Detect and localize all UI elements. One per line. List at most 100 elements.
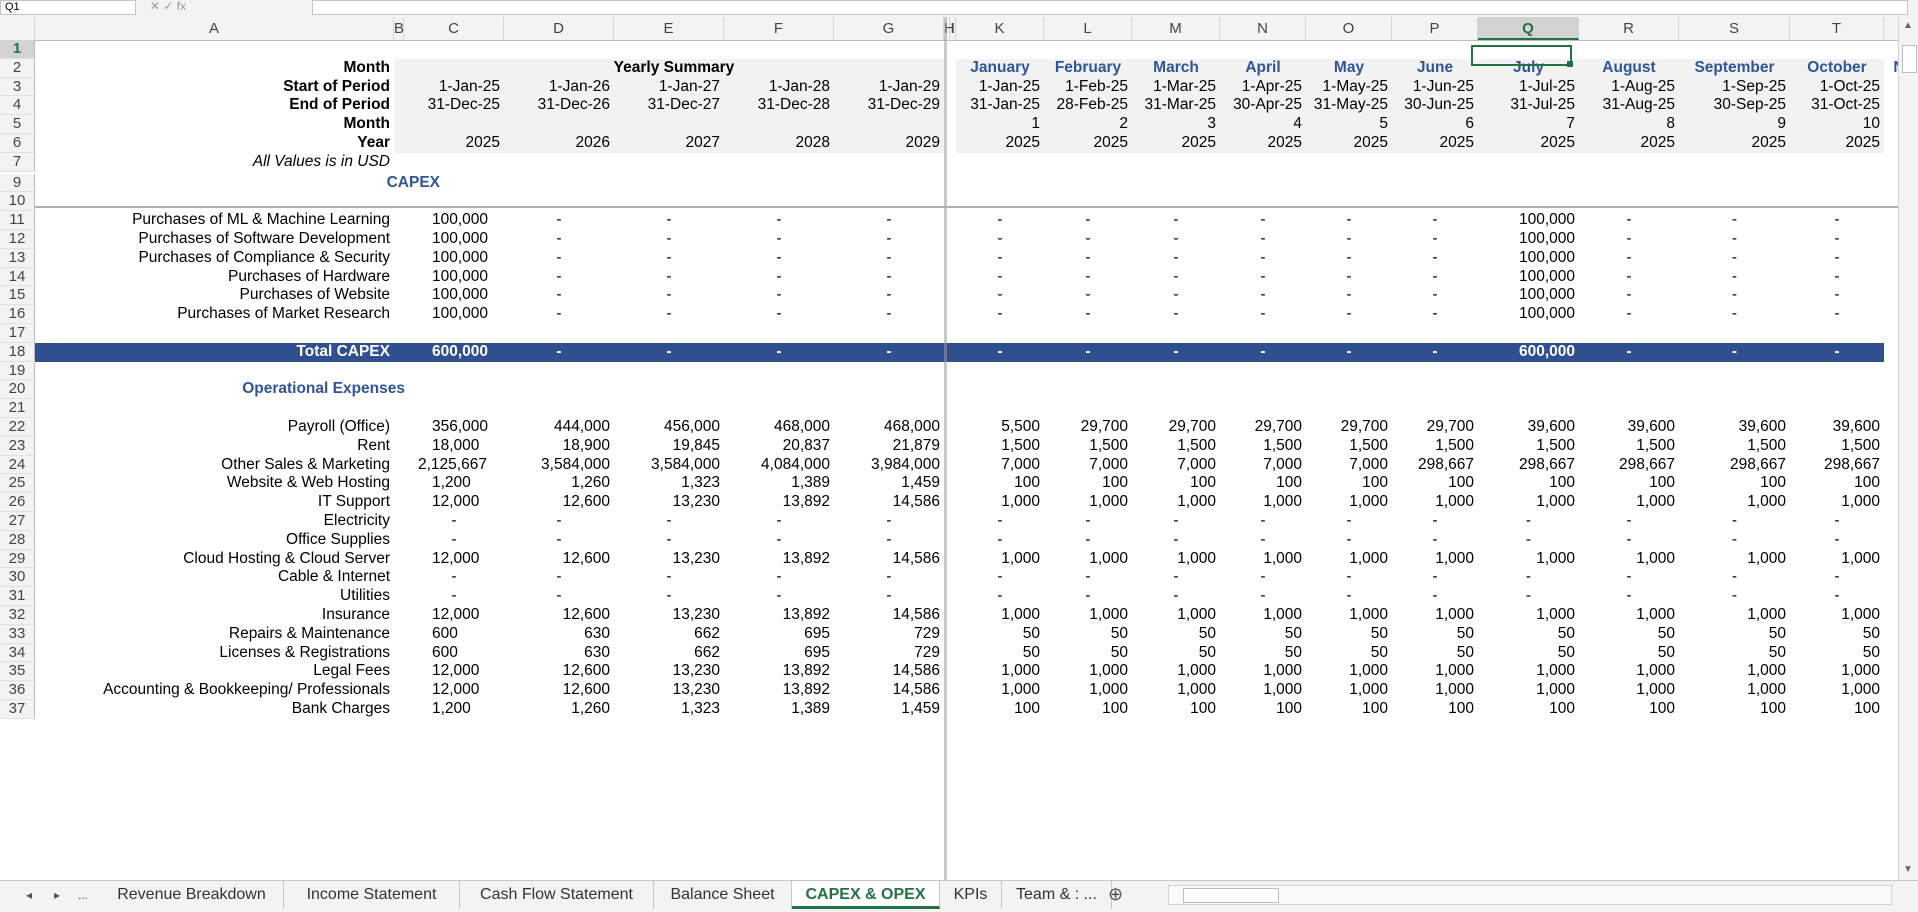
month-value-cell[interactable]: 100 <box>1790 474 1884 493</box>
month-value-cell[interactable]: 100 <box>1132 700 1220 719</box>
month-value-cell[interactable]: 1,000 <box>1579 681 1679 700</box>
select-all-corner[interactable] <box>0 17 35 40</box>
row-header-32[interactable]: 32 <box>0 606 35 625</box>
month-cell[interactable]: 7 <box>1478 115 1579 134</box>
month-value-cell[interactable]: - <box>1220 568 1306 587</box>
year-value-cell[interactable]: 100,000 <box>404 249 504 268</box>
year-value-cell[interactable]: 1,323 <box>614 474 724 493</box>
year-value-cell[interactable]: - <box>504 249 614 268</box>
row-label[interactable]: Office Supplies <box>35 531 394 550</box>
month-value-cell[interactable]: - <box>1044 211 1132 230</box>
year-value-cell[interactable]: 12,600 <box>504 662 614 681</box>
month-value-cell[interactable]: - <box>1132 286 1220 305</box>
month-value-cell[interactable]: - <box>1579 512 1679 531</box>
month-cell[interactable]: 1 <box>956 115 1044 134</box>
column-header-c[interactable]: C <box>404 17 504 40</box>
month-value-cell[interactable]: 1,000 <box>1392 681 1478 700</box>
month-value-cell[interactable]: 50 <box>1790 625 1884 644</box>
year-value-cell[interactable]: - <box>504 342 614 362</box>
month-value-cell[interactable]: - <box>1306 230 1392 249</box>
year-value-cell[interactable]: 456,000 <box>614 418 724 437</box>
month-value-cell[interactable]: - <box>1306 305 1392 324</box>
month-cell[interactable]: 5 <box>1306 115 1392 134</box>
month-cell[interactable]: 28-Feb-25 <box>1044 96 1132 115</box>
year-value-cell[interactable]: 13,230 <box>614 606 724 625</box>
column-header-p[interactable]: P <box>1392 17 1478 40</box>
month-cell[interactable]: 1-Sep-25 <box>1679 78 1790 97</box>
month-value-cell[interactable]: - <box>1044 568 1132 587</box>
month-cell[interactable]: 2025 <box>1392 134 1478 153</box>
month-value-cell[interactable]: - <box>1044 286 1132 305</box>
month-value-cell[interactable]: 7,000 <box>1306 456 1392 475</box>
row-label[interactable]: Year <box>35 134 394 153</box>
month-value-cell[interactable]: 7,000 <box>1132 456 1220 475</box>
month-value-cell[interactable]: - <box>1478 531 1579 550</box>
year-value-cell[interactable]: 695 <box>724 625 834 644</box>
row-header-10[interactable]: 10 <box>0 192 35 212</box>
month-value-cell[interactable]: 100 <box>1679 700 1790 719</box>
month-value-cell[interactable]: 100,000 <box>1478 305 1579 324</box>
month-value-cell[interactable]: 29,700 <box>1392 418 1478 437</box>
month-value-cell[interactable]: - <box>1306 286 1392 305</box>
row-header-7[interactable]: 7 <box>0 152 35 172</box>
year-value-cell[interactable]: - <box>834 342 944 362</box>
month-value-cell[interactable]: - <box>1579 587 1679 606</box>
section-title[interactable]: CAPEX <box>35 174 440 193</box>
month-value-cell[interactable]: 1,500 <box>1478 437 1579 456</box>
year-value-cell[interactable]: - <box>834 230 944 249</box>
year-value-cell[interactable]: - <box>504 211 614 230</box>
year-value-cell[interactable]: - <box>724 512 834 531</box>
month-value-cell[interactable]: - <box>1392 286 1478 305</box>
month-value-cell[interactable]: 1,000 <box>1392 493 1478 512</box>
month-value-cell[interactable]: - <box>1392 568 1478 587</box>
month-cell[interactable]: 2025 <box>1478 134 1579 153</box>
yearly-summary-title[interactable]: Yearly Summary <box>404 59 944 78</box>
month-value-cell[interactable]: 1,000 <box>1306 606 1392 625</box>
month-value-cell[interactable]: 100 <box>1392 474 1478 493</box>
year-value-cell[interactable]: - <box>834 587 944 606</box>
month-value-cell[interactable]: 1,000 <box>1044 550 1132 569</box>
year-cell[interactable]: 2027 <box>614 134 724 153</box>
column-header-f[interactable]: F <box>724 17 834 40</box>
year-cell[interactable]: 31-Dec-28 <box>724 96 834 115</box>
year-value-cell[interactable]: 1,200 <box>404 700 504 719</box>
row-header-20[interactable]: 20 <box>0 380 35 400</box>
row-label[interactable]: Licenses & Registrations <box>35 644 394 663</box>
year-value-cell[interactable]: - <box>504 305 614 324</box>
column-header-m[interactable]: M <box>1132 17 1220 40</box>
month-value-cell[interactable]: 298,667 <box>1679 456 1790 475</box>
month-value-cell[interactable]: - <box>1392 512 1478 531</box>
row-header-14[interactable]: 14 <box>0 267 35 287</box>
month-cell[interactable]: 31-Mar-25 <box>1132 96 1220 115</box>
month-cell[interactable]: 31-Jan-25 <box>956 96 1044 115</box>
month-value-cell[interactable]: 1,000 <box>1579 550 1679 569</box>
month-value-cell[interactable]: - <box>1679 587 1790 606</box>
year-value-cell[interactable]: 14,586 <box>834 606 944 625</box>
month-value-cell[interactable]: 100 <box>1790 700 1884 719</box>
month-value-cell[interactable]: 39,600 <box>1478 418 1579 437</box>
month-cell[interactable]: 4 <box>1220 115 1306 134</box>
month-value-cell[interactable]: - <box>1679 512 1790 531</box>
year-value-cell[interactable]: - <box>614 268 724 287</box>
row-header-16[interactable]: 16 <box>0 305 35 324</box>
month-value-cell[interactable]: 39,600 <box>1679 418 1790 437</box>
selected-cell[interactable] <box>1471 45 1572 66</box>
year-value-cell[interactable]: 100,000 <box>404 211 504 230</box>
month-value-cell[interactable]: - <box>1220 531 1306 550</box>
year-value-cell[interactable]: 12,000 <box>404 606 504 625</box>
row-label[interactable]: Electricity <box>35 512 394 531</box>
month-name-cell[interactable]: August <box>1579 59 1679 78</box>
row-label[interactable]: Payroll (Office) <box>35 418 394 437</box>
month-value-cell[interactable]: - <box>1679 286 1790 305</box>
year-cell[interactable]: 31-Dec-26 <box>504 96 614 115</box>
month-value-cell[interactable]: 1,000 <box>1478 681 1579 700</box>
month-value-cell[interactable]: 100 <box>1579 474 1679 493</box>
row-label[interactable]: Website & Web Hosting <box>35 474 394 493</box>
year-value-cell[interactable]: 4,084,000 <box>724 456 834 475</box>
month-value-cell[interactable]: - <box>1790 230 1884 249</box>
year-value-cell[interactable]: - <box>724 587 834 606</box>
month-value-cell[interactable]: 5,500 <box>956 418 1044 437</box>
month-value-cell[interactable]: 1,000 <box>1220 662 1306 681</box>
month-value-cell[interactable]: 50 <box>1790 644 1884 663</box>
year-value-cell[interactable]: - <box>724 531 834 550</box>
